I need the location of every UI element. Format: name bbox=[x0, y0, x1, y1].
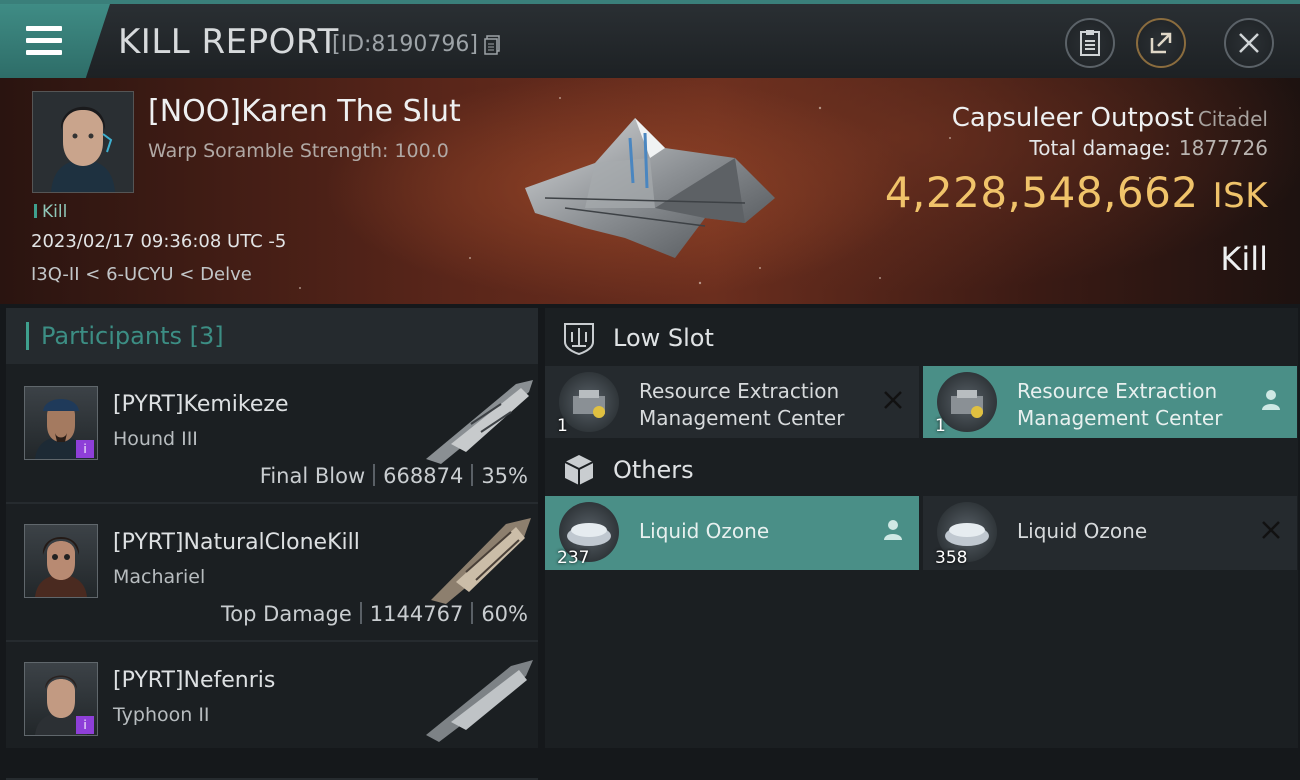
participants-panel: Participants [3] i [PYRT]Kemikeze Hound … bbox=[6, 308, 538, 780]
participant-ship[interactable]: Typhoon II bbox=[113, 704, 210, 726]
module-icon bbox=[937, 372, 997, 432]
participant-row[interactable]: i [PYRT]Kemikeze Hound III Final Blow 668… bbox=[6, 366, 538, 504]
person-icon bbox=[884, 520, 902, 540]
participant-row[interactable]: [PYRT]NaturalCloneKill Machariel Top Dam… bbox=[6, 504, 538, 642]
cargo-box-icon bbox=[564, 455, 594, 485]
item-quantity: 1 bbox=[557, 416, 568, 436]
item-name: Liquid Ozone bbox=[639, 519, 770, 543]
share-button[interactable] bbox=[1136, 18, 1186, 68]
kill-datetime: 2023/02/17 09:36:08 UTC -5 bbox=[31, 231, 287, 252]
ship-image bbox=[426, 380, 533, 464]
low-slot-item-dropped[interactable]: 1 Resource Extraction Management Center bbox=[923, 366, 1297, 438]
items-panel: Low Slot 1 Resource Extraction Management… bbox=[545, 308, 1298, 748]
victim-banner: [NOO]Karen The Slut Warp Soramble Streng… bbox=[0, 78, 1300, 304]
low-slot-item-destroyed[interactable]: 1 Resource Extraction Management Center bbox=[545, 366, 919, 438]
participants-header[interactable]: Participants [3] bbox=[6, 308, 538, 364]
hamburger-icon bbox=[26, 26, 62, 62]
total-damage: Total damage: 1877726 bbox=[1029, 136, 1268, 160]
participant-name[interactable]: [PYRT]NaturalCloneKill bbox=[113, 530, 360, 555]
victim-portrait[interactable] bbox=[32, 91, 134, 193]
cargo-item-destroyed[interactable]: 358 Liquid Ozone bbox=[923, 496, 1297, 570]
page-title: KILL REPORT bbox=[118, 22, 339, 62]
item-quantity: 358 bbox=[935, 548, 968, 568]
victim-name[interactable]: [NOO]Karen The Slut bbox=[148, 94, 461, 129]
item-quantity: 1 bbox=[935, 416, 946, 436]
copy-icon[interactable] bbox=[484, 35, 500, 55]
participant-stats: Top Damage 1144767 60% bbox=[221, 602, 528, 626]
role-badge-icon: i bbox=[76, 716, 94, 734]
citadel-structure-image bbox=[525, 118, 775, 258]
participant-ship[interactable]: Hound III bbox=[113, 428, 198, 450]
module-icon bbox=[559, 372, 619, 432]
item-name: Resource Extraction Management Center bbox=[1017, 379, 1223, 430]
cargo-item-dropped[interactable]: 237 Liquid Ozone bbox=[545, 496, 919, 570]
role-badge-icon: i bbox=[76, 440, 94, 458]
share-icon bbox=[1150, 32, 1172, 54]
destroyed-icon bbox=[1262, 521, 1280, 539]
menu-button[interactable] bbox=[0, 4, 110, 78]
kill-location[interactable]: I3Q-II < 6-UCYU < Delve bbox=[31, 264, 252, 285]
low-slot-icon bbox=[564, 323, 594, 356]
others-header: Others bbox=[545, 442, 1298, 498]
ship-image bbox=[431, 518, 531, 604]
low-slot-header: Low Slot bbox=[545, 310, 1298, 366]
participant-name[interactable]: [PYRT]Nefenris bbox=[113, 668, 275, 693]
person-icon bbox=[1262, 390, 1280, 410]
ship-image bbox=[426, 660, 533, 742]
participant-row[interactable]: i [PYRT]Nefenris Typhoon II bbox=[6, 642, 538, 780]
destroyed-icon bbox=[884, 391, 902, 409]
participant-stats: Final Blow 668874 35% bbox=[259, 464, 528, 488]
avatar[interactable] bbox=[24, 524, 98, 598]
close-button[interactable] bbox=[1224, 18, 1274, 68]
clipboard-icon bbox=[1080, 30, 1100, 56]
item-name: Liquid Ozone bbox=[1017, 519, 1148, 543]
isk-value: 4,228,548,662 ISK bbox=[884, 168, 1268, 217]
result-label: Kill bbox=[1220, 240, 1268, 278]
kill-type-tag: Kill bbox=[34, 202, 67, 222]
victim-ship[interactable]: Capsuleer Outpost Citadel bbox=[952, 103, 1268, 133]
report-id: [ID:8190796] bbox=[332, 32, 478, 57]
participant-name[interactable]: [PYRT]Kemikeze bbox=[113, 392, 289, 417]
item-quantity: 237 bbox=[557, 548, 590, 568]
top-bar: KILL REPORT [ID:8190796] bbox=[0, 0, 1300, 78]
participant-ship[interactable]: Machariel bbox=[113, 566, 205, 588]
clipboard-button[interactable] bbox=[1065, 18, 1115, 68]
item-name: Resource Extraction Management Center bbox=[639, 379, 845, 430]
victim-subtitle: Warp Soramble Strength: 100.0 bbox=[148, 140, 449, 162]
close-icon bbox=[1239, 33, 1259, 53]
